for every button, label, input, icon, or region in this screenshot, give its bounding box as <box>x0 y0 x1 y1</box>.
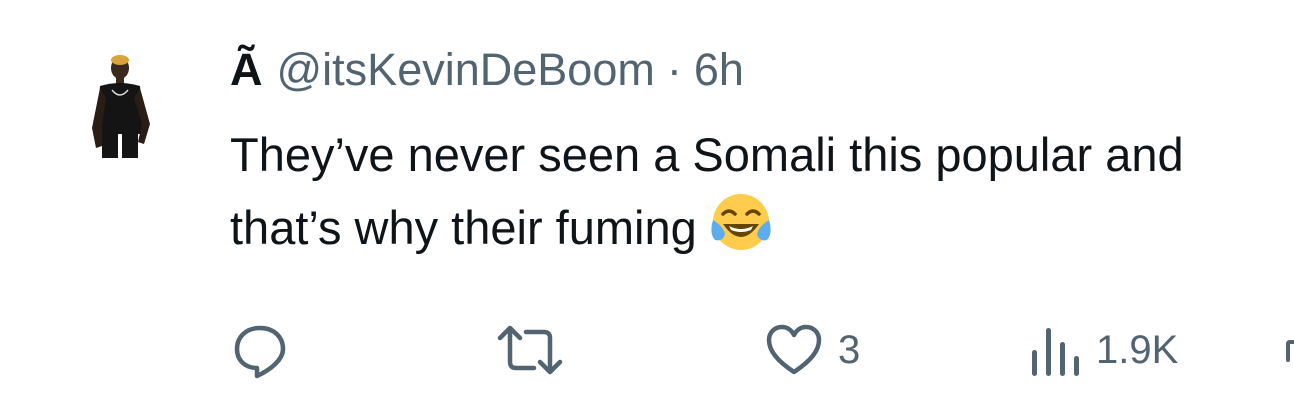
tweet-header: Ã @itsKevinDeBoom · 6h <box>230 42 744 98</box>
heart-icon <box>766 324 822 375</box>
reply-icon <box>234 325 286 379</box>
views-button[interactable]: 1.9K <box>1028 318 1178 382</box>
share-icon <box>1286 340 1294 362</box>
like-button[interactable]: 3 <box>764 318 860 382</box>
timestamp[interactable]: 6h <box>694 42 744 98</box>
avatar-image <box>46 38 194 186</box>
tweet-text: They’ve never seen a Somali this popular… <box>230 120 1290 263</box>
share-button[interactable] <box>1286 340 1294 362</box>
retweet-icon <box>497 325 563 375</box>
action-bar: 3 1.9K <box>0 318 1294 382</box>
separator-dot: · <box>666 44 682 95</box>
avatar[interactable] <box>46 38 194 186</box>
user-handle[interactable]: @itsKevinDeBoom <box>277 42 655 98</box>
views-count: 1.9K <box>1096 328 1179 372</box>
like-count: 3 <box>838 328 861 372</box>
reply-button[interactable] <box>230 318 304 382</box>
views-icon <box>1032 328 1079 376</box>
display-name[interactable]: Ã <box>230 42 263 98</box>
tweet[interactable]: Ã @itsKevinDeBoom · 6h They’ve never see… <box>0 0 1294 418</box>
face-with-tears-of-joy-icon <box>707 190 775 258</box>
retweet-button[interactable] <box>492 318 582 382</box>
